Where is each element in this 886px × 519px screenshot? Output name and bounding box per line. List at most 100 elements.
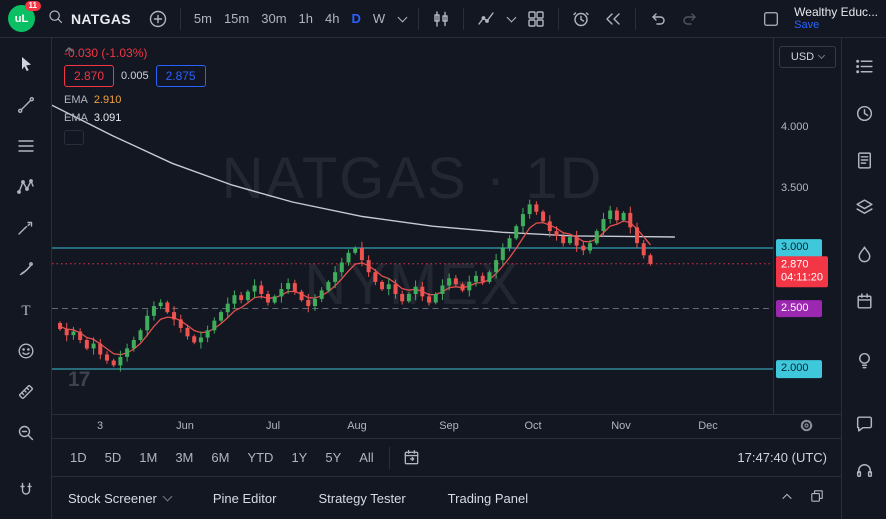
save-link[interactable]: Save xyxy=(794,19,878,32)
compare-add-button[interactable] xyxy=(143,4,173,34)
symbol-search[interactable]: NATGAS xyxy=(37,4,141,34)
indicator-legend: EMA2.910 EMA3.091 xyxy=(64,94,206,124)
range-1Y[interactable]: 1Y xyxy=(283,446,315,469)
forecast-tool-button[interactable] xyxy=(12,214,40,242)
buy-price-button[interactable]: 2.875 xyxy=(156,65,206,87)
legend-collapse-button[interactable] xyxy=(64,130,84,145)
separator xyxy=(463,8,464,30)
interval-group: 5m15m30m1h4hDW xyxy=(188,6,391,31)
interval-W[interactable]: W xyxy=(367,6,391,31)
chart-settings-gear-icon[interactable] xyxy=(798,417,815,437)
time-label-Jun: Jun xyxy=(176,420,194,432)
notification-badge: 11 xyxy=(25,1,41,11)
symbol-name: NATGAS xyxy=(71,11,131,27)
cursor-tool-button[interactable] xyxy=(12,50,40,78)
alerts-clock-icon[interactable] xyxy=(850,99,878,127)
topbar-right-group: Wealthy Educ... Save xyxy=(756,4,878,34)
account-menu[interactable]: Wealthy Educ... Save xyxy=(794,5,878,33)
ema-legend-row-1[interactable]: EMA3.091 xyxy=(64,112,206,124)
bar-replay-button[interactable] xyxy=(598,4,628,34)
panel-collapse-icon[interactable] xyxy=(779,488,795,509)
interval-1h[interactable]: 1h xyxy=(293,6,319,31)
footer-tab-trading-panel[interactable]: Trading Panel xyxy=(448,491,528,506)
layout-grid-button[interactable] xyxy=(521,4,551,34)
brush-tool-button[interactable] xyxy=(12,255,40,283)
text-tool-button[interactable]: T xyxy=(12,296,40,324)
alert-button[interactable] xyxy=(566,4,596,34)
interval-15m[interactable]: 15m xyxy=(218,6,255,31)
indicators-dropdown-button[interactable] xyxy=(503,4,519,34)
redo-button[interactable] xyxy=(675,4,705,34)
currency-label: USD xyxy=(791,51,814,63)
main-area: T NATGAS · 1D xyxy=(0,38,886,519)
currency-dropdown[interactable]: USD xyxy=(779,46,836,68)
price-label-2.870: 2.87004:11:20 xyxy=(776,256,828,288)
footer-tab-label: Stock Screener xyxy=(68,491,157,506)
interval-D[interactable]: D xyxy=(345,6,366,31)
range-toolbar: 1D5D1M3M6MYTD1Y5YAll 17:47:40 (UTC) xyxy=(52,438,841,476)
zoom-tool-button[interactable] xyxy=(12,419,40,447)
news-icon[interactable] xyxy=(850,146,878,174)
sell-price-button[interactable]: 2.870 xyxy=(64,65,114,87)
price-scale[interactable]: USD 4.0003.5003.0002.87004:11:202.5002.0… xyxy=(773,38,841,414)
range-1M[interactable]: 1M xyxy=(131,446,165,469)
trading-app: uL 11 NATGAS 5m15m30m1h4hDW xyxy=(0,0,886,519)
interval-30m[interactable]: 30m xyxy=(255,6,292,31)
chat-icon[interactable] xyxy=(850,409,878,437)
range-3M[interactable]: 3M xyxy=(167,446,201,469)
chart-legend: -0.030 (-1.03%) 2.870 0.005 2.875 EMA2.9… xyxy=(64,46,206,145)
watchlist-icon[interactable] xyxy=(850,52,878,80)
range-YTD[interactable]: YTD xyxy=(239,446,281,469)
interval-5m[interactable]: 5m xyxy=(188,6,218,31)
broker-logo[interactable]: uL 11 xyxy=(8,5,35,32)
measure-tool-button[interactable] xyxy=(12,378,40,406)
go-to-date-button[interactable] xyxy=(397,443,427,473)
drawing-toolbar: T xyxy=(0,38,52,519)
footer-tab-stock-screener[interactable]: Stock Screener xyxy=(68,491,171,506)
streams-headset-icon[interactable] xyxy=(850,456,878,484)
spread-value: 0.005 xyxy=(121,70,149,82)
tradingview-logo[interactable]: 17 xyxy=(68,368,89,392)
range-6M[interactable]: 6M xyxy=(203,446,237,469)
separator xyxy=(180,8,181,30)
right-sidebar xyxy=(841,38,886,519)
save-layout-button[interactable] xyxy=(756,4,786,34)
range-buttons: 1D5D1M3M6MYTD1Y5YAll xyxy=(62,446,382,469)
time-label-Oct: Oct xyxy=(524,420,541,432)
range-5D[interactable]: 5D xyxy=(97,446,130,469)
quote-row: 2.870 0.005 2.875 xyxy=(64,65,206,87)
xabcd-pattern-tool-button[interactable] xyxy=(12,173,40,201)
fib-retracement-tool-button[interactable] xyxy=(12,132,40,160)
object-tree-icon[interactable] xyxy=(850,193,878,221)
trend-line-tool-button[interactable] xyxy=(12,91,40,119)
ema-label: EMA xyxy=(64,112,88,124)
range-All[interactable]: All xyxy=(351,446,381,469)
chart-pane[interactable]: NATGAS · 1D NYMEX -0.030 (-1.03%) 2.870 … xyxy=(52,38,773,414)
chart-type-button[interactable] xyxy=(426,4,456,34)
time-label-Aug: Aug xyxy=(347,420,367,432)
indicators-button[interactable] xyxy=(471,4,501,34)
emoji-tool-button[interactable] xyxy=(12,337,40,365)
chevron-down-icon xyxy=(506,12,516,22)
ema-label: EMA xyxy=(64,94,88,106)
calendar-icon[interactable] xyxy=(850,287,878,315)
interval-dropdown-button[interactable] xyxy=(393,4,411,34)
panel-restore-icon[interactable] xyxy=(809,488,825,509)
ideas-bulb-icon[interactable] xyxy=(850,346,878,374)
time-axis[interactable]: 3JunJulAugSepOctNovDec xyxy=(52,414,841,438)
session-clock[interactable]: 17:47:40 (UTC) xyxy=(737,450,831,465)
interval-4h[interactable]: 4h xyxy=(319,6,345,31)
chart-row: NATGAS · 1D NYMEX -0.030 (-1.03%) 2.870 … xyxy=(52,38,841,414)
range-1D[interactable]: 1D xyxy=(62,446,95,469)
time-label-3: 3 xyxy=(97,420,103,432)
undo-button[interactable] xyxy=(643,4,673,34)
footer-tab-label: Strategy Tester xyxy=(318,491,405,506)
hotlists-flame-icon[interactable] xyxy=(850,240,878,268)
price-tick: 4.000 xyxy=(781,121,809,133)
magnet-tool-button[interactable] xyxy=(12,476,40,504)
ema-legend-row-0[interactable]: EMA2.910 xyxy=(64,94,206,106)
time-label-Jul: Jul xyxy=(266,420,280,432)
footer-tab-strategy-tester[interactable]: Strategy Tester xyxy=(318,491,405,506)
footer-tab-pine-editor[interactable]: Pine Editor xyxy=(213,491,277,506)
range-5Y[interactable]: 5Y xyxy=(317,446,349,469)
